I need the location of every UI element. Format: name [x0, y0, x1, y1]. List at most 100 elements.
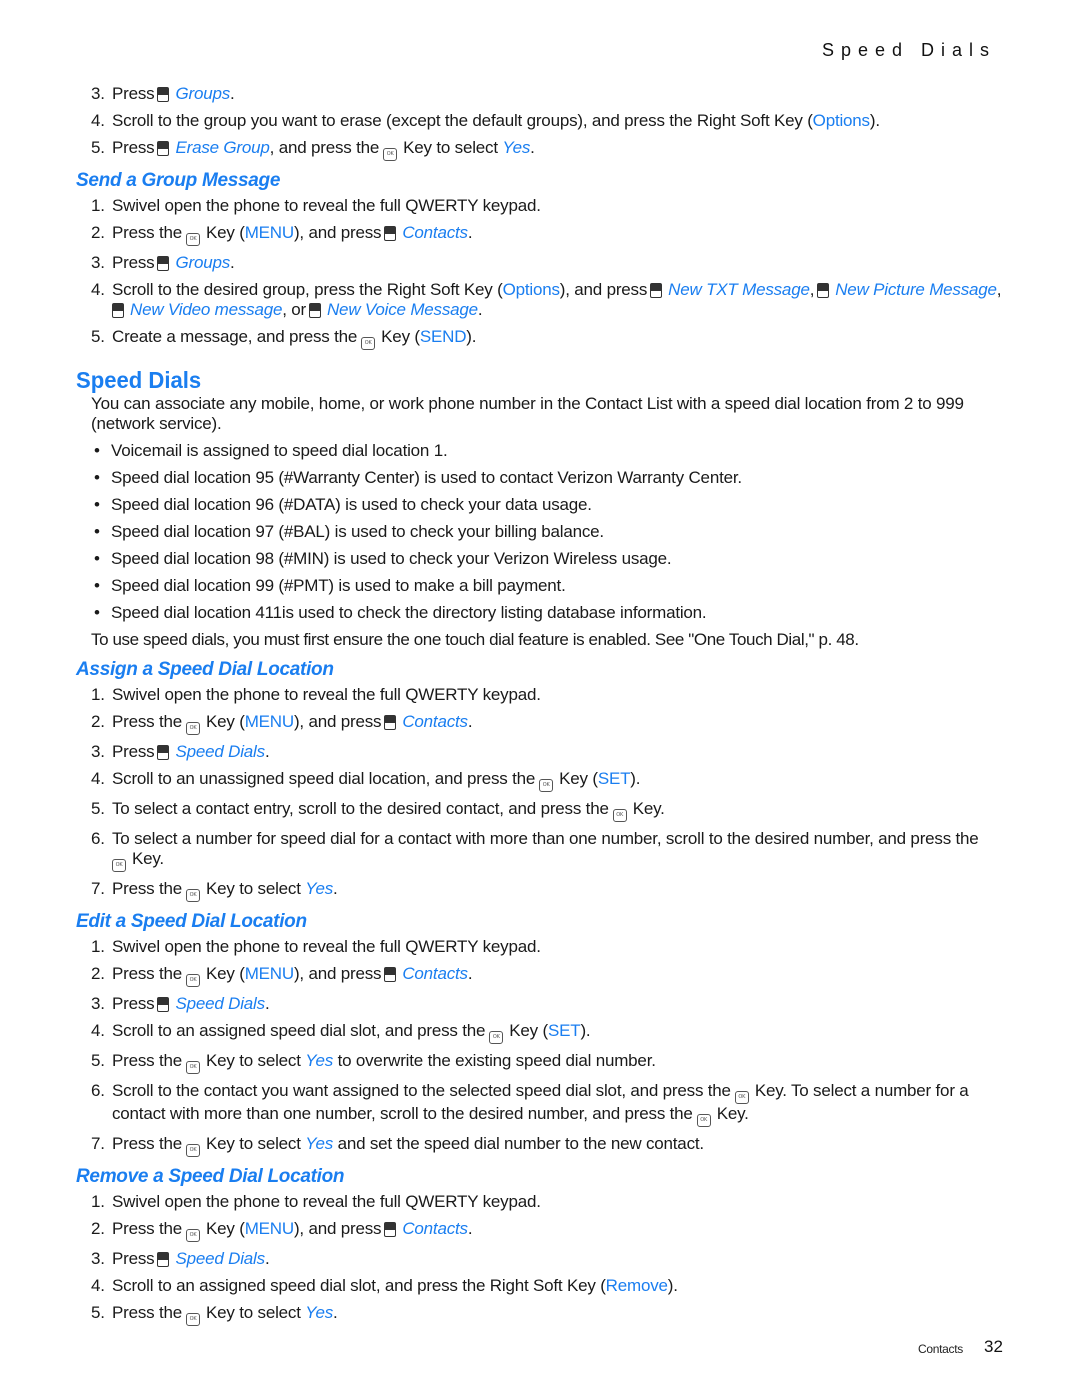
- step: 5. Press the OK Key to select Yes.: [76, 1303, 1006, 1326]
- footer-section-name: Contacts: [918, 1342, 963, 1356]
- ok-key-icon: OK: [112, 859, 126, 872]
- bullet-icon: •: [94, 441, 100, 460]
- menu-option: New TXT Message: [668, 280, 810, 299]
- assign-steps: 1. Swivel open the phone to reveal the fu…: [76, 685, 1006, 902]
- numeric-key-icon: [157, 745, 170, 760]
- menu-option: Yes: [305, 1303, 334, 1322]
- ok-key-icon: OK: [612, 809, 627, 822]
- ok-key-icon: OK: [734, 1091, 749, 1104]
- section-heading-assign: Assign a Speed Dial Location: [76, 659, 334, 680]
- step: 2. Press the OK Key (MENU), and press Contac…: [76, 223, 1006, 246]
- bullet-item: • Voicemail is assigned to speed dial loc…: [94, 441, 448, 460]
- bullet-item: • Speed dial location 95 (#Warranty Cente…: [94, 468, 742, 487]
- step: 4. Scroll to an assigned speed dial slot,…: [91, 1276, 678, 1295]
- menu-option: New Picture Message: [835, 280, 997, 299]
- numeric-key-icon: [157, 87, 170, 102]
- step: 6. To select a number for speed dial for …: [76, 829, 1006, 872]
- bullet-icon: •: [94, 603, 100, 622]
- note-paragraph: To use speed dials, you must first ensur…: [91, 630, 859, 649]
- section-heading-speed-dials: Speed Dials: [76, 367, 202, 393]
- soft-key-label: SET: [597, 769, 631, 788]
- step: 3. Press Speed Dials.: [91, 994, 270, 1013]
- soft-key-label: SEND: [419, 327, 467, 346]
- menu-option: Yes: [502, 138, 531, 157]
- step: 7. Press the OK Key to select Yes and set t…: [76, 1134, 1006, 1157]
- bullet-item: • Speed dial location 96 (#DATA) is used …: [94, 495, 592, 514]
- numeric-key-icon: [308, 303, 321, 318]
- step: 3. Press Speed Dials.: [91, 742, 270, 761]
- ok-key-icon: OK: [696, 1114, 711, 1127]
- menu-option: Contacts: [402, 1219, 468, 1238]
- menu-option: Yes: [305, 1134, 334, 1153]
- bullet-item: • Speed dial location 98 (#MIN) is used t…: [94, 549, 672, 568]
- menu-option: Speed Dials: [175, 994, 265, 1013]
- step: 2. Press the OK Key (MENU), and press Contac…: [76, 1219, 1006, 1242]
- menu-option: Contacts: [402, 964, 468, 983]
- bullet-item: • Speed dial location 99 (#PMT) is used t…: [94, 576, 566, 595]
- step: 5. Create a message, and press the OK Key (…: [76, 327, 1006, 350]
- speed-dial-bullets: • Voicemail is assigned to speed dial loc…: [76, 441, 1006, 623]
- section-heading-remove: Remove a Speed Dial Location: [76, 1166, 345, 1187]
- page-content: 3. Press Groups. 4. Scroll to the group you…: [76, 84, 1006, 1333]
- step: 2. Press the OK Key (MENU), and press Contac…: [76, 964, 1006, 987]
- menu-option: Speed Dials: [175, 742, 265, 761]
- ok-key-icon: OK: [186, 1061, 201, 1074]
- step: 6. Scroll to the contact you want assigne…: [76, 1081, 1006, 1127]
- soft-key-label: Options: [812, 111, 870, 130]
- bullet-icon: •: [94, 576, 100, 595]
- soft-key-label: Remove: [605, 1276, 668, 1295]
- numeric-key-icon: [157, 256, 170, 271]
- numeric-key-icon: [384, 715, 397, 730]
- ok-key-icon: OK: [186, 233, 201, 246]
- step: 2. Press the OK Key (MENU), and press Contac…: [76, 712, 1006, 735]
- step: 3. Press Groups.: [91, 253, 235, 272]
- menu-option: Yes: [305, 1051, 334, 1070]
- ok-key-icon: OK: [539, 779, 554, 792]
- running-head: Speed Dials: [821, 40, 996, 60]
- step: 4. Scroll to an unassigned speed dial loc…: [76, 769, 1006, 792]
- step: 4. Scroll to the group you want to erase …: [91, 111, 880, 130]
- step: 5. Press the OK Key to select Yes to overwr…: [76, 1051, 1006, 1074]
- ok-key-icon: OK: [489, 1031, 504, 1044]
- menu-option: Contacts: [402, 712, 468, 731]
- remove-steps: 1. Swivel open the phone to reveal the fu…: [76, 1192, 1006, 1326]
- send-group-steps: 1. Swivel open the phone to reveal the fu…: [76, 196, 1006, 350]
- step: 7. Press the OK Key to select Yes.: [76, 879, 1006, 902]
- menu-option: Yes: [305, 879, 334, 898]
- step: 1. Swivel open the phone to reveal the fu…: [91, 1192, 541, 1211]
- numeric-key-icon: [384, 967, 397, 982]
- menu-option: Contacts: [402, 223, 468, 242]
- step: 1. Swivel open the phone to reveal the fu…: [91, 937, 541, 956]
- menu-option: New Video message: [130, 300, 283, 319]
- edit-steps: 1. Swivel open the phone to reveal the fu…: [76, 937, 1006, 1157]
- bullet-item: • Speed dial location 97 (#BAL) is used t…: [94, 522, 604, 541]
- numeric-key-icon: [817, 283, 830, 298]
- numeric-key-icon: [384, 1222, 397, 1237]
- soft-key-label: MENU: [244, 1219, 294, 1238]
- step: 3. Press Speed Dials.: [91, 1249, 270, 1268]
- section-heading-edit: Edit a Speed Dial Location: [76, 911, 307, 932]
- ok-key-icon: OK: [361, 337, 376, 350]
- bullet-icon: •: [94, 522, 100, 541]
- menu-option: Groups: [175, 253, 231, 272]
- step: 5. Press Erase Group, and press the OK Key t…: [76, 138, 1006, 161]
- section-heading-send-group-message: Send a Group Message: [76, 170, 281, 191]
- ok-key-icon: OK: [186, 1144, 201, 1157]
- bullet-icon: •: [94, 549, 100, 568]
- step: 1. Swivel open the phone to reveal the fu…: [91, 196, 541, 215]
- numeric-key-icon: [384, 226, 397, 241]
- menu-option: Erase Group: [175, 138, 270, 157]
- step: 3. Press Groups.: [91, 84, 235, 103]
- erase-group-steps: 3. Press Groups. 4. Scroll to the group you…: [76, 84, 1006, 161]
- menu-option: Groups: [175, 84, 231, 103]
- step: 4. Scroll to an assigned speed dial slot,…: [76, 1021, 1006, 1044]
- bullet-icon: •: [94, 468, 100, 487]
- ok-key-icon: OK: [186, 722, 201, 735]
- soft-key-label: Options: [502, 280, 560, 299]
- numeric-key-icon: [157, 997, 170, 1012]
- soft-key-label: MENU: [244, 712, 294, 731]
- ok-key-icon: OK: [186, 889, 201, 902]
- ok-key-icon: OK: [383, 148, 398, 161]
- soft-key-label: SET: [547, 1021, 581, 1040]
- menu-option: Speed Dials: [175, 1249, 265, 1268]
